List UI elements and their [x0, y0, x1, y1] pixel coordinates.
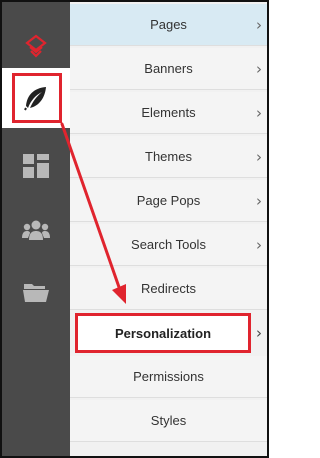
chevron-right-icon: ›: [256, 147, 262, 166]
menu-item-label: Page Pops: [136, 193, 201, 208]
chevron-right-icon: ›: [256, 235, 262, 254]
menu-item-label: Banners: [144, 61, 193, 76]
menu-item-label: Themes: [145, 149, 192, 164]
menu-item-themes[interactable]: Themes ›: [70, 136, 267, 178]
chevron-right-icon: ›: [256, 103, 262, 122]
folder-icon: [23, 284, 49, 302]
users-nav-button[interactable]: [2, 200, 70, 260]
dashboard-icon: [23, 154, 49, 178]
chevron-right-icon: ›: [256, 59, 262, 78]
chevron-right-icon: ›: [256, 324, 262, 342]
dashboard-nav-button[interactable]: [2, 136, 70, 196]
menu-item-label: Personalization: [114, 325, 212, 341]
menu-item-label: Search Tools: [131, 237, 206, 252]
menu-item-banners[interactable]: Banners ›: [70, 48, 267, 90]
files-nav-button[interactable]: [2, 262, 70, 322]
menu-item-label: Redirects: [141, 281, 196, 296]
menu-item-styles[interactable]: Styles: [70, 400, 267, 442]
menu-item-label: Pages: [150, 17, 187, 32]
logo-button[interactable]: [2, 16, 70, 76]
menu-item-elements[interactable]: Elements ›: [70, 92, 267, 134]
menu-item-personalization[interactable]: Personalization: [75, 313, 251, 353]
users-icon: [22, 220, 50, 240]
menu-item-label: Styles: [150, 413, 187, 428]
menu-item-page-pops[interactable]: Page Pops ›: [70, 180, 267, 222]
chevron-right-icon: ›: [256, 15, 262, 34]
menu-item-permissions[interactable]: Permissions: [70, 356, 267, 398]
app-frame: Pages › Banners › Elements › Themes › Pa…: [0, 0, 269, 458]
menu-item-redirects[interactable]: Redirects: [70, 268, 267, 310]
logo-icon: [25, 34, 47, 58]
content-menu: Pages › Banners › Elements › Themes › Pa…: [70, 2, 267, 456]
menu-item-label: Permissions: [133, 369, 204, 384]
content-nav-button[interactable]: [2, 68, 70, 128]
menu-item-search-tools[interactable]: Search Tools ›: [70, 224, 267, 266]
menu-item-pages[interactable]: Pages ›: [70, 4, 267, 46]
chevron-right-icon: ›: [256, 191, 262, 210]
menu-item-label: Elements: [141, 105, 196, 120]
feather-icon: [24, 87, 46, 111]
icon-rail: [2, 2, 70, 456]
